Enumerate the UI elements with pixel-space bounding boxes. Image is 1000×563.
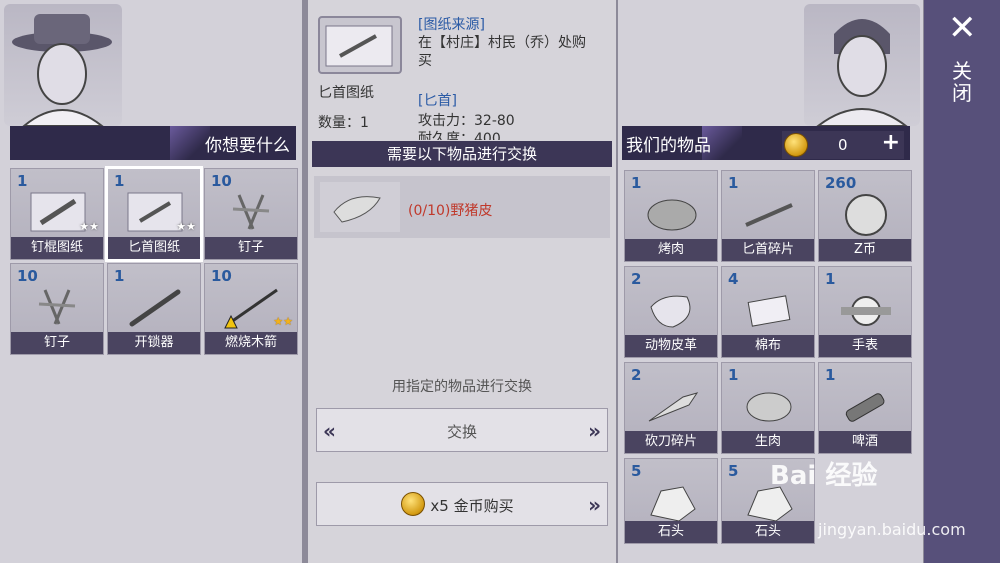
inventory-item[interactable]: 1 生肉 [721, 362, 815, 454]
inventory-item[interactable]: 260 Z币 [818, 170, 912, 262]
dagger-fragment-icon [745, 203, 793, 227]
lockpick-icon [129, 289, 181, 327]
close-icon[interactable]: ✕ [948, 8, 977, 48]
inventory-title: 我们的物品 [626, 135, 711, 156]
inventory-item[interactable]: 2 砍刀碎片 [624, 362, 718, 454]
nails-icon [38, 289, 76, 325]
trade-screen: 你想要什么 1 ★★ 钉棍图纸 1 ★★ 匕首图纸 10 钉子 10 钉子 1 … [0, 0, 1000, 563]
boar-hide-icon [320, 182, 400, 232]
item-title: [匕首] [418, 93, 457, 109]
source-title: [图纸来源] [418, 17, 485, 33]
raw-meat-icon [746, 392, 792, 422]
gold-coin-icon [784, 133, 808, 157]
wanted-item-nails[interactable]: 10 钉子 [204, 168, 298, 260]
wristwatch-icon [841, 296, 891, 326]
animal-leather-icon [650, 295, 691, 328]
need-header: 需要以下物品进行交换 [312, 141, 612, 167]
exchange-button[interactable]: « 交换 » [316, 408, 608, 452]
wanted-header: 你想要什么 [10, 126, 296, 160]
z-coin-icon [845, 194, 887, 236]
wanted-item-club-blueprint[interactable]: 1 ★★ 钉棍图纸 [10, 168, 104, 260]
inventory-item[interactable]: 5 石头 [624, 458, 718, 544]
nails-icon [232, 194, 270, 230]
buy-with-gold-button[interactable]: x5 金币购买 » [316, 482, 608, 526]
attack-stat: 攻击力：32-80 [418, 113, 515, 129]
wanted-item-nails-2[interactable]: 10 钉子 [10, 263, 104, 355]
recipe-quantity: 数量：1 [318, 115, 369, 131]
inventory-item[interactable]: 1 手表 [818, 266, 912, 358]
watermark-url: jingyan.baidu.com [818, 520, 966, 539]
wanted-item-fire-arrow[interactable]: 10 ★★ 燃烧木箭 [204, 263, 298, 355]
wanted-title: 你想要什么 [205, 135, 290, 156]
chevrons-right-icon: » [588, 493, 601, 517]
add-gold-button[interactable]: + [882, 130, 900, 155]
durability-stat: 耐久度：400 [418, 131, 501, 140]
watermark: Bai 经验 [770, 461, 878, 491]
source-text: 在【村庄】村民（乔）处购买 [418, 35, 586, 69]
close-label[interactable]: 关闭 [950, 60, 974, 104]
inventory-item[interactable]: 2 动物皮革 [624, 266, 718, 358]
inventory-item[interactable]: 1 啤酒 [818, 362, 912, 454]
inventory-item[interactable]: 4 棉布 [721, 266, 815, 358]
beer-bottle-icon [845, 393, 885, 422]
wanted-item-dagger-blueprint[interactable]: 1 ★★ 匕首图纸 [105, 166, 203, 262]
material-row: (0/10)野猪皮 [314, 176, 610, 238]
stone-icon [650, 486, 696, 522]
roast-meat-icon [647, 199, 697, 231]
gold-counter: 0 + [782, 130, 904, 159]
inventory-item[interactable]: 1 匕首碎片 [721, 170, 815, 262]
player-portrait [804, 4, 920, 127]
merchant-portrait [4, 4, 122, 127]
exchange-hint: 用指定的物品进行交换 [392, 379, 532, 395]
material-requirement: (0/10)野猪皮 [408, 203, 493, 219]
dagger-blueprint-icon [318, 16, 402, 74]
wanted-item-lockpick[interactable]: 1 开锁器 [107, 263, 201, 355]
inventory-item[interactable]: 1 烤肉 [624, 170, 718, 262]
chevrons-right-icon: » [588, 419, 601, 443]
machete-fragment-icon [648, 392, 699, 422]
recipe-name: 匕首图纸 [318, 85, 374, 101]
cotton-cloth-icon [747, 295, 791, 327]
gold-amount: 0 [838, 136, 848, 154]
